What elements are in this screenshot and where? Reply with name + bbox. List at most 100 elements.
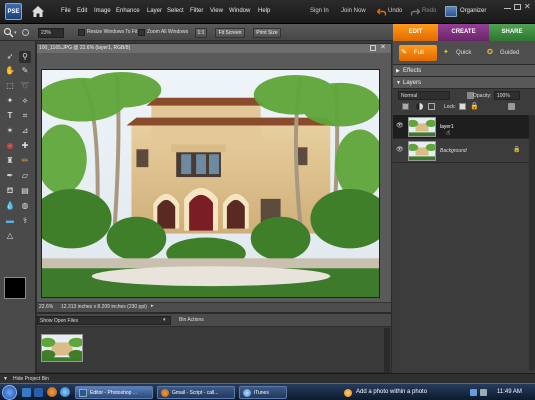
marquee-tool-icon[interactable]: ⬚ [4, 80, 16, 92]
tool-preset-arrow-icon[interactable]: ▾ [14, 30, 19, 36]
canvas-area[interactable] [37, 53, 391, 302]
resize-windows-label: Resize Windows To Fit [87, 29, 138, 35]
gradient-tool-icon[interactable]: ▤ [19, 185, 31, 197]
restore-icon[interactable] [514, 4, 521, 10]
actual-pixels-button[interactable]: 1:1 [195, 28, 207, 38]
bin-actions-menu[interactable]: Bin Actions [179, 317, 204, 323]
background-layer-name[interactable]: Background [440, 148, 467, 154]
join-now-link[interactable]: Join Now [341, 8, 366, 14]
layer-row-layer1[interactable]: 👁 layer1 ☝ [393, 115, 529, 139]
close-icon[interactable]: ✕ [524, 3, 532, 11]
blend-mode-dropdown[interactable]: Normal [398, 91, 450, 100]
minimize-icon[interactable] [504, 8, 511, 9]
show-open-files-dropdown[interactable]: Show Open Files [37, 316, 171, 325]
visibility-eye-icon-2[interactable]: 👁 [396, 147, 404, 153]
tray-volume-icon[interactable] [480, 389, 487, 396]
firefox-taskbar-icon [161, 389, 169, 397]
menu-window[interactable]: Window [229, 8, 250, 14]
foreground-color-swatch[interactable] [4, 277, 26, 299]
bin-scrollbar[interactable] [384, 328, 390, 372]
open-file-thumbnail[interactable] [41, 334, 83, 362]
quicklaunch-desktop-icon[interactable] [22, 388, 31, 397]
zoom-tool-icon[interactable] [3, 27, 14, 38]
pencil-tool-icon[interactable]: ✏ [19, 155, 31, 167]
zoom-level-field[interactable]: 23% [38, 28, 64, 38]
eraser-tool-icon[interactable]: ▱ [19, 170, 31, 182]
type-tool-icon[interactable]: T [4, 110, 16, 122]
clock[interactable]: 11:49 AM [497, 389, 522, 395]
quick-selection-tool-icon[interactable]: ⟡ [19, 95, 31, 107]
magic-wand-tool-icon[interactable]: ✦ [4, 95, 16, 107]
undo-button[interactable]: Undo [388, 8, 402, 14]
menu-filter[interactable]: Filter [190, 8, 203, 14]
straighten-tool-icon[interactable]: ⊿ [19, 125, 31, 137]
sponge-tool-icon[interactable]: ◍ [19, 200, 31, 212]
quicklaunch-window-icon[interactable] [34, 388, 43, 397]
move-tool-icon[interactable]: ➶ [4, 51, 16, 63]
new-fill-adjustment-icon[interactable] [416, 103, 423, 110]
layers-panel-header[interactable]: ▼ Layers [393, 77, 535, 89]
sign-in-link[interactable]: Sign In [310, 8, 329, 14]
healing-brush-tool-icon[interactable]: ✚ [19, 140, 31, 152]
print-size-button[interactable]: Print Size [253, 28, 281, 38]
menu-view[interactable]: View [210, 8, 223, 14]
undo-icon[interactable] [377, 8, 386, 16]
shape-tool-icon[interactable]: ▬ [4, 215, 16, 227]
effects-panel-header[interactable]: ▶ Effects [393, 65, 535, 77]
zoom-all-checkbox[interactable] [138, 29, 145, 36]
menu-enhance[interactable]: Enhance [116, 8, 140, 14]
redo-icon[interactable] [411, 8, 420, 16]
dropdown-arrow-icon[interactable]: ▾ [163, 317, 166, 323]
tray-network-icon[interactable] [470, 389, 477, 396]
lock-all-icon[interactable]: 🔒 [470, 103, 479, 110]
start-button-icon[interactable] [2, 385, 17, 400]
effects-title: Effects [403, 68, 422, 74]
delete-layer-button-icon[interactable] [508, 103, 515, 110]
lasso-tool-icon[interactable]: ➰ [19, 80, 31, 92]
menu-file[interactable]: File [61, 8, 71, 14]
crop-tool-icon[interactable]: ⌗ [19, 110, 31, 122]
organizer-icon[interactable] [445, 6, 457, 17]
quicklaunch-firefox-icon[interactable] [47, 387, 57, 397]
tab-edit[interactable]: EDIT [393, 24, 438, 41]
eyedropper-tool-icon[interactable]: ✎ [19, 65, 31, 77]
paint-bucket-tool-icon[interactable]: ⛾ [4, 185, 16, 197]
notification-text[interactable]: Add a photo within a photo [356, 389, 427, 395]
smart-brush-tool-icon[interactable]: ⚕ [19, 215, 31, 227]
red-eye-tool-icon[interactable]: ◉ [4, 140, 16, 152]
lock-transparent-icon[interactable] [459, 103, 466, 110]
document-close-icon[interactable]: ✕ [380, 44, 388, 52]
new-layer-button-icon[interactable] [402, 103, 409, 110]
menu-edit[interactable]: Edit [77, 8, 87, 14]
visibility-eye-icon[interactable]: 👁 [396, 123, 404, 129]
document-zoom-readout[interactable]: 22.6% [39, 304, 53, 310]
windows-taskbar: Editor - Photoshop ... Gmail - Script - … [0, 383, 535, 400]
menu-select[interactable]: Select [167, 8, 184, 14]
menu-help[interactable]: Help [258, 8, 270, 14]
home-icon[interactable] [31, 5, 45, 18]
tab-share[interactable]: SHARE [489, 24, 535, 41]
layers-scrollbar[interactable] [529, 115, 535, 371]
opacity-field[interactable]: 100% [494, 91, 520, 100]
cookie-cutter-tool-icon[interactable]: ✶ [4, 125, 16, 137]
status-menu-arrow-icon[interactable]: ▸ [151, 303, 154, 309]
quicklaunch-ie-icon[interactable] [60, 387, 70, 397]
redo-button[interactable]: Redo [422, 8, 436, 14]
link-icon[interactable] [428, 103, 435, 110]
brush-tool-icon[interactable]: ✒ [4, 170, 16, 182]
house-photo-image[interactable] [41, 69, 380, 298]
tab-create[interactable]: CREATE [438, 24, 489, 41]
fit-screen-button[interactable]: Fit Screen [215, 28, 245, 38]
document-maximize-icon[interactable] [370, 45, 376, 51]
menu-image[interactable]: Image [94, 8, 111, 14]
hand-tool-icon[interactable]: ✋ [4, 65, 16, 77]
resize-windows-checkbox[interactable] [78, 29, 85, 36]
menu-layer[interactable]: Layer [147, 8, 162, 14]
sharpen-tool-icon[interactable]: △ [4, 230, 16, 242]
organizer-button[interactable]: Organizer [460, 8, 486, 14]
blur-tool-icon[interactable]: 💧 [4, 200, 16, 212]
zoom-tool-button-icon[interactable]: ⚲ [19, 51, 31, 63]
zoom-in-icon[interactable] [22, 29, 29, 36]
layer-row-background[interactable]: 👁 Background 🔒 [393, 139, 529, 163]
clone-stamp-tool-icon[interactable]: ♜ [4, 155, 16, 167]
